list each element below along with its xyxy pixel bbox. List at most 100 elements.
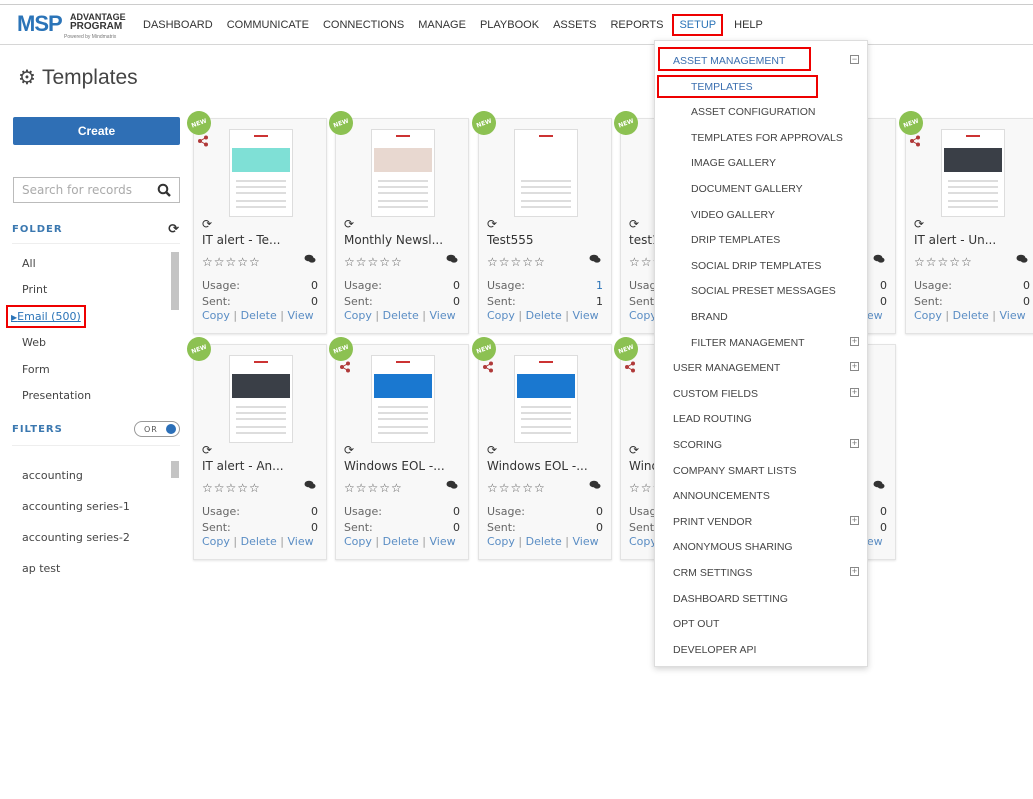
delete-link[interactable]: Delete bbox=[383, 535, 419, 548]
template-card[interactable]: NEW ⟳ IT alert - An... ☆☆☆☆☆ Usage: 0 Sen… bbox=[183, 333, 327, 560]
logo[interactable]: MSP ADVANTAGE PROGRAM Powered by Mindmatr… bbox=[17, 11, 127, 41]
expand-icon[interactable]: + bbox=[850, 515, 859, 525]
template-thumbnail[interactable] bbox=[371, 355, 435, 443]
refresh-icon[interactable]: ⟳ bbox=[629, 443, 639, 457]
star-rating[interactable]: ☆☆☆☆☆ bbox=[487, 255, 546, 269]
copy-link[interactable]: Copy bbox=[914, 309, 942, 322]
template-thumbnail[interactable] bbox=[514, 355, 578, 443]
menu-item-social-drip-templates[interactable]: SOCIAL DRIP TEMPLATES bbox=[691, 260, 859, 272]
copy-link[interactable]: Copy bbox=[487, 535, 515, 548]
collapse-icon[interactable]: − bbox=[850, 55, 859, 64]
delete-link[interactable]: Delete bbox=[383, 309, 419, 322]
refresh-icon[interactable]: ⟳ bbox=[487, 217, 497, 231]
folder-item[interactable]: All bbox=[22, 257, 36, 270]
menu-item-developer-api[interactable]: DEVELOPER API bbox=[673, 644, 859, 656]
menu-item-drip-templates[interactable]: DRIP TEMPLATES bbox=[691, 234, 859, 246]
share-icon[interactable] bbox=[909, 135, 921, 147]
copy-link[interactable]: Copy bbox=[202, 535, 230, 548]
template-card[interactable]: NEW ⟳ IT alert - Te... ☆☆☆☆☆ Usage: 0 Sen… bbox=[183, 107, 327, 334]
menu-item-brand[interactable]: BRAND bbox=[691, 311, 859, 323]
folder-scrollbar[interactable] bbox=[171, 252, 179, 310]
template-thumbnail[interactable] bbox=[371, 129, 435, 217]
menu-item-user-management[interactable]: USER MANAGEMENT + bbox=[673, 362, 859, 374]
menu-item-scoring[interactable]: SCORING + bbox=[673, 439, 859, 451]
menu-item-announcements[interactable]: ANNOUNCEMENTS bbox=[673, 490, 859, 502]
delete-link[interactable]: Delete bbox=[241, 309, 277, 322]
folder-item[interactable]: ▶Email (500) bbox=[6, 305, 86, 328]
comments-icon[interactable] bbox=[1016, 254, 1028, 264]
comments-icon[interactable] bbox=[589, 480, 601, 490]
share-icon[interactable] bbox=[339, 361, 351, 373]
comments-icon[interactable] bbox=[304, 480, 316, 490]
template-name[interactable]: Windows EOL -... bbox=[344, 459, 445, 473]
template-name[interactable]: IT alert - Te... bbox=[202, 233, 280, 247]
folder-item[interactable]: Presentation bbox=[22, 389, 91, 402]
nav-reports[interactable]: REPORTS bbox=[610, 19, 663, 31]
filter-item[interactable]: accounting series-1 bbox=[22, 500, 130, 513]
view-link[interactable]: View bbox=[430, 309, 456, 322]
menu-item-filter-management[interactable]: FILTER MANAGEMENT + bbox=[691, 336, 859, 349]
nav-dashboard[interactable]: DASHBOARD bbox=[143, 19, 213, 31]
view-link[interactable]: View bbox=[573, 535, 599, 548]
refresh-icon[interactable]: ⟳ bbox=[344, 217, 354, 231]
expand-icon[interactable]: + bbox=[850, 567, 859, 576]
view-link[interactable]: View bbox=[1000, 309, 1026, 322]
template-name[interactable]: Test555 bbox=[487, 233, 534, 247]
delete-link[interactable]: Delete bbox=[526, 309, 562, 322]
template-thumbnail[interactable] bbox=[514, 129, 578, 217]
create-button[interactable]: Create bbox=[13, 117, 180, 145]
view-link[interactable]: View bbox=[430, 535, 456, 548]
template-card[interactable]: NEW ⟳ Test555 ☆☆☆☆☆ Usage: 1 Sent: 1 Copy … bbox=[468, 107, 612, 334]
search-input[interactable]: Search for records bbox=[13, 177, 180, 203]
menu-item-lead-routing[interactable]: LEAD ROUTING bbox=[673, 413, 859, 425]
refresh-icon[interactable]: ⟳ bbox=[914, 217, 924, 231]
star-rating[interactable]: ☆☆☆☆☆ bbox=[344, 255, 403, 269]
share-icon[interactable] bbox=[482, 361, 494, 373]
search-icon[interactable] bbox=[157, 183, 171, 197]
refresh-icon[interactable]: ⟳ bbox=[629, 217, 639, 231]
template-thumbnail[interactable] bbox=[229, 129, 293, 217]
refresh-icon[interactable]: ⟳ bbox=[344, 443, 354, 457]
copy-link[interactable]: Copy bbox=[344, 309, 372, 322]
star-rating[interactable]: ☆☆☆☆☆ bbox=[344, 481, 403, 495]
comments-icon[interactable] bbox=[873, 254, 885, 264]
template-card[interactable]: NEW ⟳ Windows EOL -... ☆☆☆☆☆ Usage: 0 Sen… bbox=[325, 333, 469, 560]
template-name[interactable]: Windows EOL -... bbox=[487, 459, 588, 473]
filter-scrollbar[interactable] bbox=[171, 461, 179, 478]
copy-link[interactable]: Copy bbox=[202, 309, 230, 322]
comments-icon[interactable] bbox=[873, 480, 885, 490]
menu-item-video-gallery[interactable]: VIDEO GALLERY bbox=[691, 209, 859, 221]
template-name[interactable]: Monthly Newsl... bbox=[344, 233, 443, 247]
menu-item-opt-out[interactable]: OPT OUT bbox=[673, 618, 859, 630]
refresh-icon[interactable]: ⟳ bbox=[168, 222, 180, 237]
template-thumbnail[interactable] bbox=[229, 355, 293, 443]
menu-item-anonymous-sharing[interactable]: ANONYMOUS SHARING bbox=[673, 541, 859, 553]
template-card[interactable]: NEW ⟳ Monthly Newsl... ☆☆☆☆☆ Usage: 0 Sen… bbox=[325, 107, 469, 334]
star-rating[interactable]: ☆☆☆☆☆ bbox=[202, 481, 261, 495]
refresh-icon[interactable]: ⟳ bbox=[202, 217, 212, 231]
template-name[interactable]: IT alert - An... bbox=[202, 459, 284, 473]
refresh-icon[interactable]: ⟳ bbox=[202, 443, 212, 457]
menu-item-dashboard-setting[interactable]: DASHBOARD SETTING bbox=[673, 593, 859, 605]
menu-item-document-gallery[interactable]: DOCUMENT GALLERY bbox=[691, 183, 859, 195]
comments-icon[interactable] bbox=[446, 480, 458, 490]
filter-item[interactable]: accounting bbox=[22, 469, 83, 482]
menu-item-image-gallery[interactable]: IMAGE GALLERY bbox=[691, 157, 859, 169]
template-thumbnail[interactable] bbox=[941, 129, 1005, 217]
copy-link[interactable]: Copy bbox=[629, 535, 657, 548]
expand-icon[interactable]: + bbox=[850, 387, 859, 397]
share-icon[interactable] bbox=[624, 361, 636, 373]
or-toggle[interactable]: OR bbox=[134, 421, 180, 437]
copy-link[interactable]: Copy bbox=[629, 309, 657, 322]
copy-link[interactable]: Copy bbox=[487, 309, 515, 322]
filter-item[interactable]: ap test bbox=[22, 562, 60, 575]
star-rating[interactable]: ☆☆☆☆☆ bbox=[202, 255, 261, 269]
comments-icon[interactable] bbox=[446, 254, 458, 264]
nav-help[interactable]: HELP bbox=[734, 19, 763, 31]
nav-assets[interactable]: ASSETS bbox=[553, 19, 596, 31]
comments-icon[interactable] bbox=[304, 254, 316, 264]
expand-icon[interactable]: + bbox=[850, 336, 859, 346]
folder-item[interactable]: Web bbox=[22, 336, 46, 349]
view-link[interactable]: View bbox=[288, 535, 314, 548]
menu-item-templates-for-approvals[interactable]: TEMPLATES FOR APPROVALS bbox=[691, 132, 859, 144]
